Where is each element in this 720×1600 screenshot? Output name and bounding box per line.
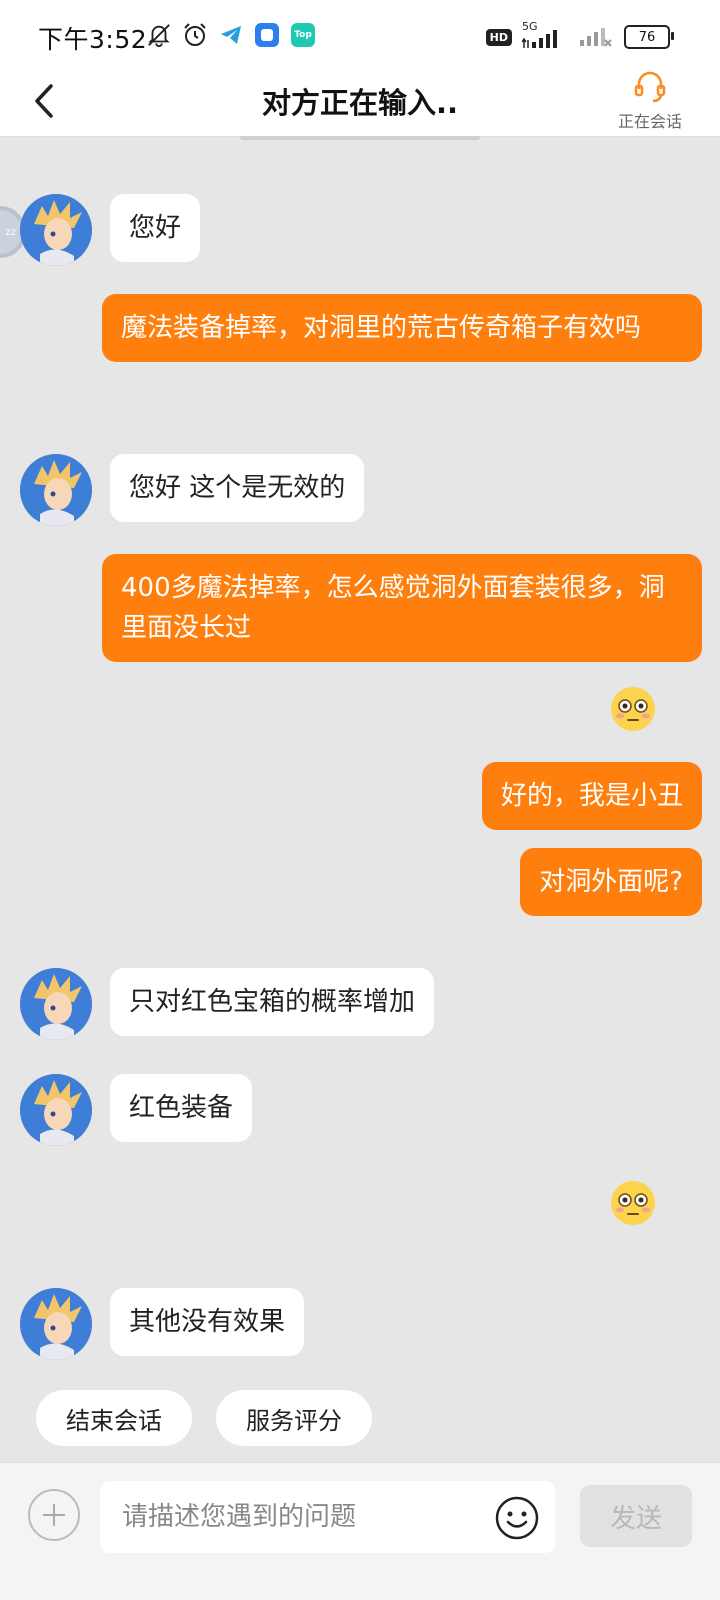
message-input[interactable] <box>100 1481 555 1553</box>
user-message-bubble[interactable]: 好的，我是小丑 <box>481 762 702 830</box>
mute-icon <box>146 22 172 48</box>
telegram-app-icon <box>218 22 244 48</box>
agent-message-bubble[interactable]: 其他没有效果 <box>110 1288 305 1356</box>
agent-avatar[interactable] <box>20 968 92 1040</box>
chat-header: 对方正在输入.. 正在会话 <box>0 70 720 137</box>
add-attachment-button[interactable] <box>28 1489 80 1541</box>
agent-message-bubble[interactable]: 您好 <box>110 194 201 262</box>
plus-icon <box>43 1504 65 1526</box>
floating-ball-label: zz <box>5 226 17 238</box>
headset-icon <box>634 71 666 103</box>
agent-message-bubble[interactable]: 您好 这个是无效的 <box>110 454 365 522</box>
agent-status-button[interactable]: 正在会话 <box>610 70 690 131</box>
status-bar: 下午3:52 Top HD 5G 76 <box>0 0 720 70</box>
avatar-character-icon <box>20 1288 92 1360</box>
message-list[interactable]: zz 您好 魔法装备掉率，对洞里的荒古传奇箱子有效吗 您好 这个是无效的 400… <box>0 140 720 1490</box>
agent-status-label: 正在会话 <box>617 112 682 131</box>
user-message-bubble[interactable]: 魔法装备掉率，对洞里的荒古传奇箱子有效吗 <box>102 294 702 362</box>
end-session-button[interactable]: 结束会话 <box>36 1390 192 1446</box>
user-message-bubble[interactable]: 对洞外面呢? <box>520 848 702 916</box>
agent-message-bubble[interactable]: 只对红色宝箱的概率增加 <box>110 968 435 1036</box>
avatar-character-icon <box>20 968 92 1040</box>
battery-level: 76 <box>638 29 656 45</box>
flushed-face-emoji-icon[interactable] <box>610 686 656 732</box>
agent-avatar[interactable] <box>20 1288 92 1360</box>
signal-2-icon <box>578 22 614 52</box>
smiley-icon <box>495 1496 539 1540</box>
agent-message-bubble[interactable]: 红色装备 <box>110 1074 253 1142</box>
agent-avatar[interactable] <box>20 1074 92 1146</box>
emoji-button[interactable] <box>494 1495 540 1541</box>
status-icons-left: Top <box>146 22 316 48</box>
agent-avatar[interactable] <box>20 454 92 526</box>
avatar-character-icon <box>20 454 92 526</box>
battery-icon: 76 <box>624 25 674 49</box>
top-app-icon: Top <box>290 22 316 48</box>
status-time: 下午3:52 <box>38 25 148 54</box>
hd-badge: HD <box>485 28 512 46</box>
status-icons-right: HD 5G 76 <box>485 20 674 52</box>
user-message-bubble[interactable]: 400多魔法掉率，怎么感觉洞外面套装很多，洞里面没长过 <box>102 554 702 662</box>
agent-avatar[interactable] <box>20 194 92 266</box>
send-button[interactable]: 发送 <box>580 1485 692 1547</box>
flushed-face-emoji-icon[interactable] <box>610 1180 656 1226</box>
avatar-character-icon <box>20 194 92 266</box>
alarm-icon <box>182 22 208 48</box>
blue-app-icon <box>254 22 280 48</box>
rate-service-button[interactable]: 服务评分 <box>216 1390 372 1446</box>
signal-icon: 5G <box>522 20 568 50</box>
input-bar: 发送 <box>0 1462 720 1600</box>
chat-screen: 下午3:52 Top HD 5G 76 对方正在输入.. 正在会话 zz 您好 … <box>0 0 720 1600</box>
avatar-character-icon <box>20 1074 92 1146</box>
